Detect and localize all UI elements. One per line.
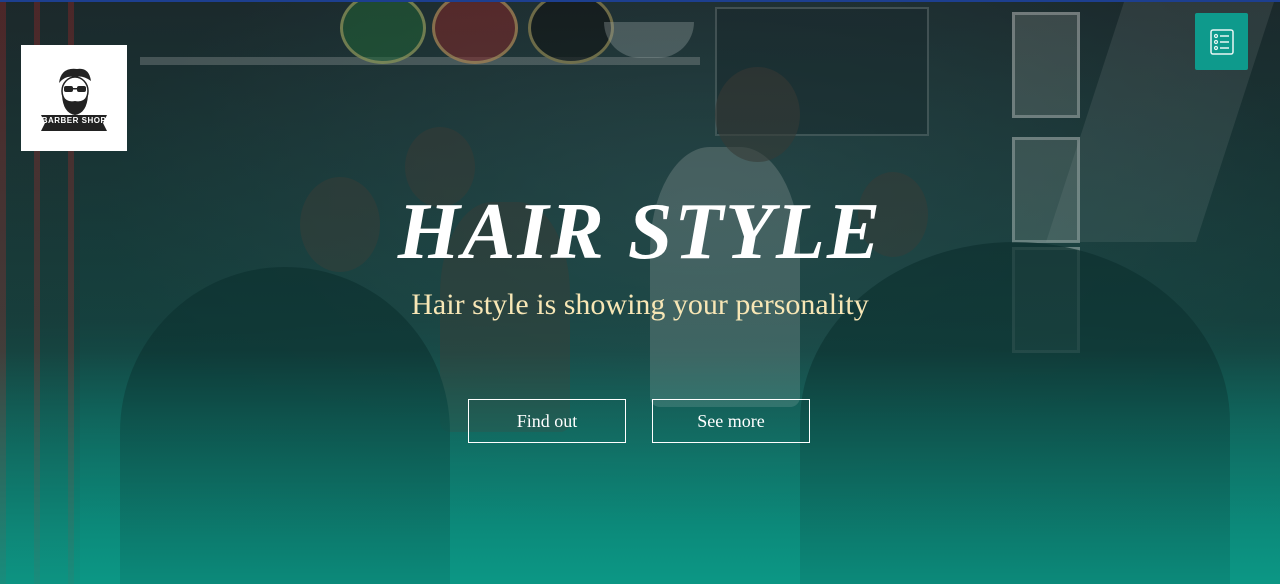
menu-button[interactable]: [1195, 13, 1248, 70]
find-out-button[interactable]: Find out: [468, 399, 626, 443]
hero-section: BARBER SHOP HAIR STYLE Hair style is sho…: [0, 0, 1280, 584]
logo-link[interactable]: BARBER SHOP: [21, 45, 127, 151]
hero-subtitle: Hair style is showing your personality: [411, 288, 869, 321]
list-menu-icon: [1209, 28, 1234, 55]
hero-title: HAIR STYLE: [397, 188, 883, 276]
logo-text: BARBER SHOP: [41, 116, 107, 125]
see-more-button[interactable]: See more: [652, 399, 810, 443]
barber-logo-icon: [41, 68, 107, 131]
